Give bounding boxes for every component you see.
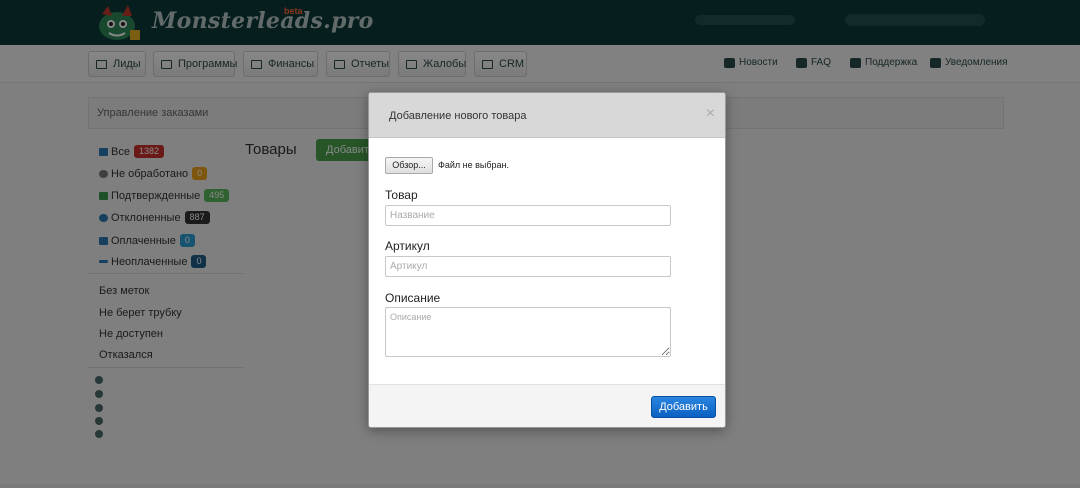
product-name-input[interactable] [385, 205, 671, 226]
description-textarea[interactable] [385, 307, 671, 357]
submit-add-button[interactable]: Добавить [651, 396, 716, 418]
modal-header: Добавление нового товара × [369, 93, 725, 138]
description-label: Описание [385, 291, 441, 305]
file-status-text: Файл не выбран. [438, 160, 509, 170]
sku-label: Артикул [385, 239, 430, 253]
modal-footer: Добавить [369, 384, 725, 427]
add-product-modal: Добавление нового товара × Обзор... Файл… [368, 92, 726, 428]
product-label: Товар [385, 188, 418, 202]
close-icon[interactable]: × [706, 106, 715, 122]
modal-title: Добавление нового товара [389, 110, 527, 122]
file-browse-button[interactable]: Обзор... [385, 157, 433, 174]
sku-input[interactable] [385, 256, 671, 277]
